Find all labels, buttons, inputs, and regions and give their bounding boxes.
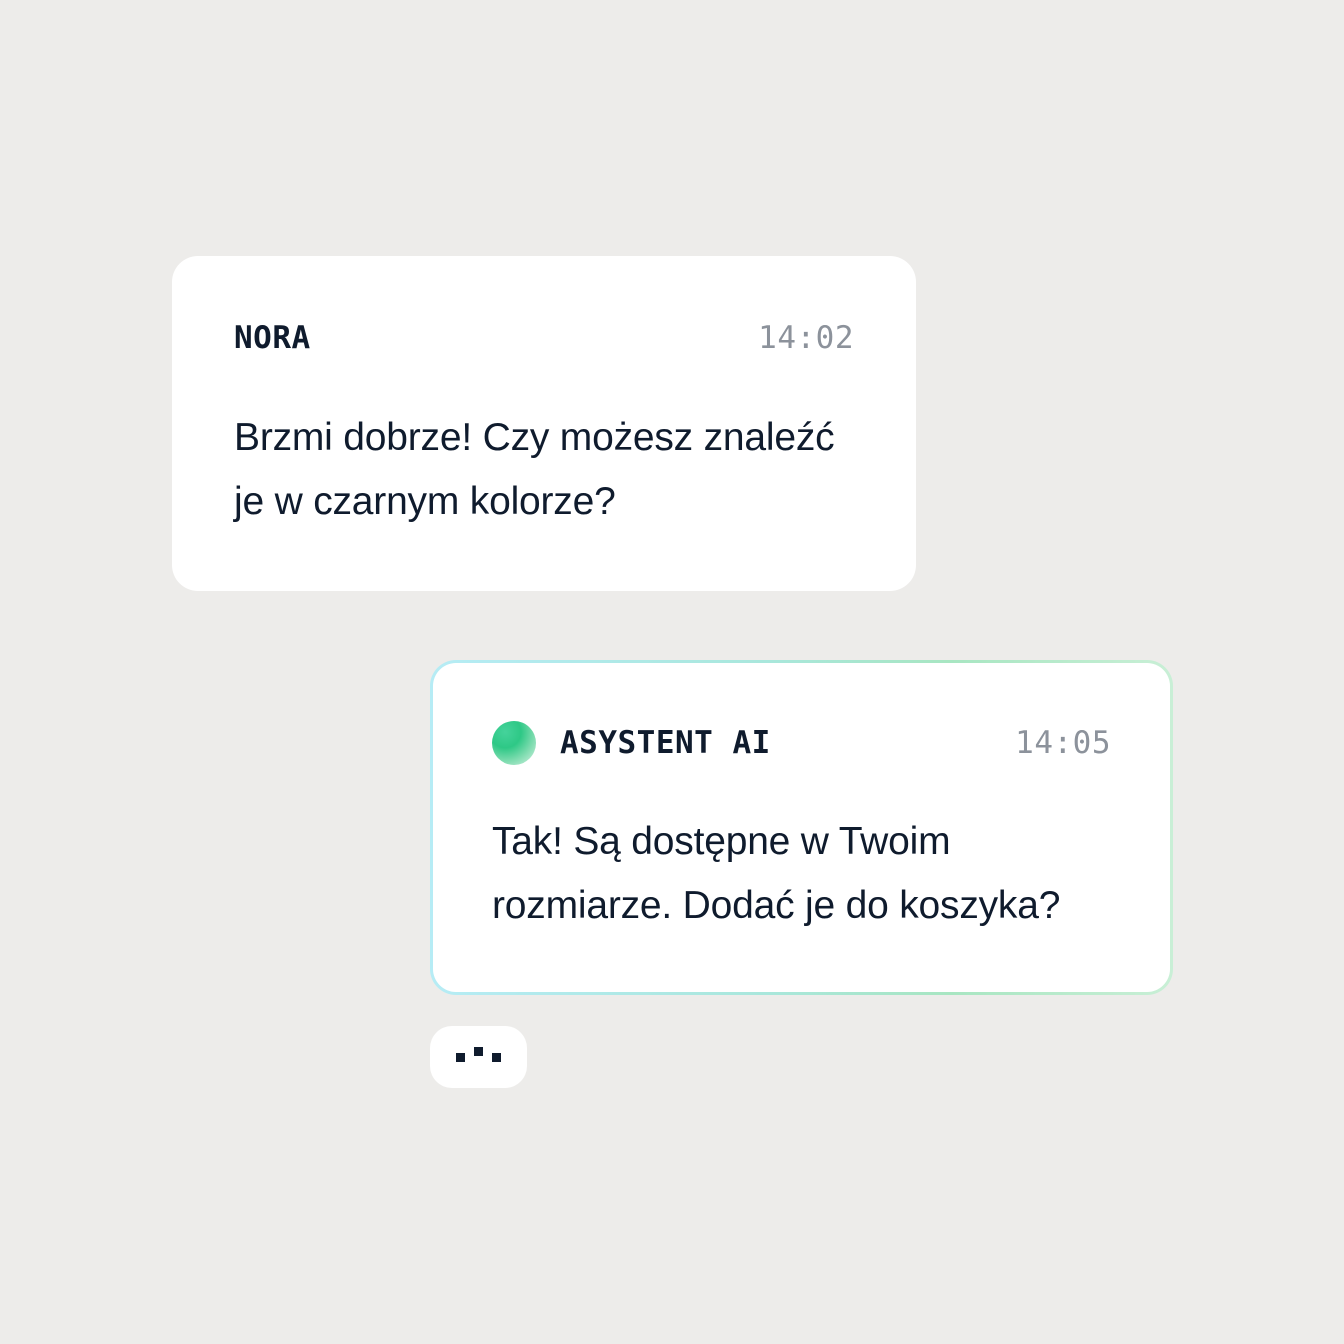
ai-message-bubble: ASYSTENT AI 14:05 Tak! Są dostępne w Two…: [430, 660, 1173, 995]
typing-dot: [456, 1053, 465, 1062]
typing-dot: [474, 1047, 483, 1056]
message-header: ASYSTENT AI 14:05: [492, 721, 1111, 765]
ai-message-body: ASYSTENT AI 14:05 Tak! Są dostępne w Two…: [433, 663, 1170, 992]
typing-dot: [492, 1053, 501, 1062]
ai-avatar-icon: [492, 721, 536, 765]
sender-name: NORA: [234, 320, 311, 356]
sender-group: ASYSTENT AI: [492, 721, 771, 765]
message-text: Tak! Są dostępne w Twoim rozmiarze. Doda…: [492, 820, 1061, 927]
message-header: NORA 14:02: [234, 318, 854, 358]
sender-name: ASYSTENT AI: [560, 725, 771, 761]
typing-indicator: [430, 1026, 527, 1088]
user-message-bubble: NORA 14:02 Brzmi dobrze! Czy możesz znal…: [172, 256, 916, 591]
message-timestamp: 14:02: [758, 320, 854, 356]
message-timestamp: 14:05: [1015, 725, 1111, 761]
message-text: Brzmi dobrze! Czy możesz znaleźć je w cz…: [234, 416, 835, 523]
